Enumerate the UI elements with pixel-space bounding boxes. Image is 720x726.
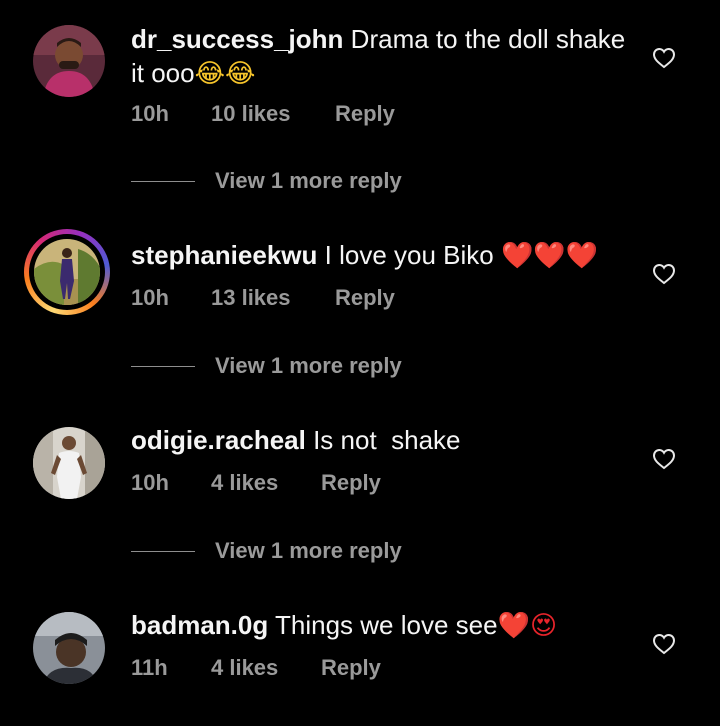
view-replies-label[interactable]: View 1 more reply (215, 538, 402, 563)
comment-username[interactable]: odigie.racheal (131, 425, 306, 455)
comment-text: odigie.racheal Is not shake (131, 423, 631, 457)
divider-line (131, 180, 195, 182)
view-replies-label[interactable]: View 1 more reply (215, 353, 402, 378)
comment-likes[interactable]: 13 likes (211, 285, 335, 311)
avatar[interactable] (24, 229, 110, 315)
comment-meta: 10h 4 likes Reply (131, 470, 381, 496)
comment-time: 10h (131, 101, 169, 126)
heart-outline-icon[interactable] (652, 447, 676, 471)
comment-body: Things we love see (275, 610, 498, 640)
avatar[interactable] (33, 427, 105, 499)
view-replies-button[interactable]: View 1 more reply (131, 353, 402, 379)
comment-likes[interactable]: 10 likes (211, 101, 335, 127)
heart-outline-icon[interactable] (652, 262, 676, 286)
comment-likes[interactable]: 4 likes (211, 470, 321, 496)
view-replies-button[interactable]: View 1 more reply (131, 168, 402, 194)
comment-emoji: ❤️😍 (497, 611, 558, 641)
comment-time: 11h (131, 655, 168, 680)
comment-body: Is not shake (313, 425, 461, 455)
avatar-image (34, 239, 100, 305)
comment-text: badman.0g Things we love see❤️😍 (131, 608, 631, 643)
avatar[interactable] (33, 612, 105, 684)
comment-text: stephanieekwu I love you Biko ❤️❤️❤️ (131, 238, 631, 273)
reply-button[interactable]: Reply (321, 470, 381, 496)
avatar[interactable] (33, 25, 105, 97)
heart-outline-icon[interactable] (652, 46, 676, 70)
comment-meta: 11h 4 likes Reply (131, 655, 381, 681)
heart-outline-icon[interactable] (652, 632, 676, 656)
comment-username[interactable]: badman.0g (131, 610, 268, 640)
comment-meta: 10h 10 likes Reply (131, 101, 395, 127)
reply-button[interactable]: Reply (321, 655, 381, 681)
comment-emoji: 😂😂 (194, 59, 256, 89)
comment-time: 10h (131, 470, 169, 495)
comment-meta: 10h 13 likes Reply (131, 285, 395, 311)
comment-username[interactable]: dr_success_john (131, 24, 343, 54)
view-replies-label[interactable]: View 1 more reply (215, 168, 402, 193)
reply-button[interactable]: Reply (335, 101, 395, 127)
divider-line (131, 365, 195, 367)
reply-button[interactable]: Reply (335, 285, 395, 311)
comment-body: I love you Biko (324, 240, 494, 270)
comment-time: 10h (131, 285, 169, 310)
comment-username[interactable]: stephanieekwu (131, 240, 317, 270)
comment-text: dr_success_john Drama to the doll shake … (131, 22, 631, 91)
divider-line (131, 550, 195, 552)
comment-emoji: ❤️❤️❤️ (500, 241, 599, 271)
comment-likes[interactable]: 4 likes (211, 655, 321, 681)
view-replies-button[interactable]: View 1 more reply (131, 538, 402, 564)
